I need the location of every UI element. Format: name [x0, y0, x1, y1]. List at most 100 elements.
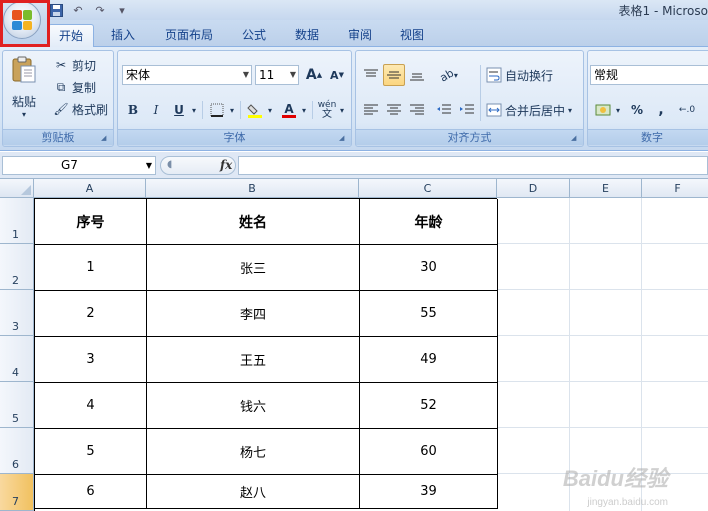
accounting-dropdown-icon[interactable]: ▾: [612, 99, 624, 121]
cell[interactable]: [570, 382, 642, 428]
cell[interactable]: [497, 244, 570, 290]
table-cell[interactable]: 49: [360, 337, 498, 383]
table-cell[interactable]: 李四: [147, 291, 360, 337]
header-cell-index[interactable]: 序号: [35, 199, 147, 245]
accounting-format-button[interactable]: [592, 99, 614, 121]
header-cell-name[interactable]: 姓名: [147, 199, 360, 245]
column-header-d[interactable]: D: [497, 179, 570, 198]
comma-style-button[interactable]: ,: [650, 99, 672, 121]
table-cell[interactable]: 2: [35, 291, 147, 337]
cell[interactable]: [497, 474, 570, 511]
cell[interactable]: [570, 244, 642, 290]
insert-function-button[interactable]: fx: [220, 158, 232, 172]
cell[interactable]: [642, 336, 708, 382]
percent-button[interactable]: %: [626, 99, 648, 121]
table-cell[interactable]: 52: [360, 383, 498, 429]
table-cell[interactable]: 4: [35, 383, 147, 429]
grow-font-button[interactable]: A ▲: [303, 64, 325, 86]
table-cell[interactable]: 1: [35, 245, 147, 291]
select-all-button[interactable]: [0, 179, 34, 198]
column-header-f[interactable]: F: [642, 179, 708, 198]
align-center-button[interactable]: [383, 99, 405, 121]
tab-data[interactable]: 数据: [285, 24, 329, 47]
shrink-font-button[interactable]: A ▼: [326, 64, 348, 86]
row-header-6[interactable]: 6: [0, 428, 34, 474]
table-cell[interactable]: 杨七: [147, 429, 360, 475]
cell[interactable]: [642, 290, 708, 336]
save-icon[interactable]: [48, 2, 64, 18]
chevron-down-icon[interactable]: ▼: [146, 157, 152, 174]
clipboard-launcher-icon[interactable]: ◢: [101, 134, 110, 143]
align-middle-button[interactable]: [383, 64, 405, 86]
phonetic-button[interactable]: wén 文: [316, 99, 338, 121]
fill-color-button[interactable]: [244, 99, 266, 121]
header-cell-age[interactable]: 年龄: [360, 199, 498, 245]
formula-input[interactable]: [238, 156, 708, 175]
table-cell[interactable]: 55: [360, 291, 498, 337]
paste-button[interactable]: 粘贴 ▾: [9, 55, 39, 119]
orientation-button[interactable]: ab ▾: [434, 64, 464, 86]
font-name-select[interactable]: 宋体 ▼: [122, 65, 252, 85]
font-size-select[interactable]: 11 ▼: [255, 65, 299, 85]
tab-view[interactable]: 视图: [390, 24, 434, 47]
row-header-7[interactable]: 7: [0, 474, 34, 511]
font-color-button[interactable]: A: [278, 99, 300, 121]
cut-button[interactable]: ✂ 剪切: [53, 55, 96, 75]
tab-review[interactable]: 审阅: [338, 24, 382, 47]
column-header-b[interactable]: B: [146, 179, 359, 198]
align-left-button[interactable]: [360, 99, 382, 121]
row-header-2[interactable]: 2: [0, 244, 34, 290]
copy-button[interactable]: ⧉ 复制: [53, 77, 96, 97]
table-cell[interactable]: 6: [35, 475, 147, 509]
border-button[interactable]: [206, 99, 228, 121]
tab-home[interactable]: 开始: [48, 24, 95, 47]
align-bottom-button[interactable]: [406, 64, 428, 86]
row-header-5[interactable]: 5: [0, 382, 34, 428]
row-header-3[interactable]: 3: [0, 290, 34, 336]
cell[interactable]: [570, 336, 642, 382]
phonetic-dropdown-icon[interactable]: ▾: [336, 99, 348, 121]
table-cell[interactable]: 60: [360, 429, 498, 475]
paste-dropdown-icon[interactable]: ▾: [22, 110, 26, 119]
name-box[interactable]: G7 ▼: [2, 156, 156, 175]
alignment-launcher-icon[interactable]: ◢: [571, 134, 580, 143]
table-cell[interactable]: 3: [35, 337, 147, 383]
table-cell[interactable]: 王五: [147, 337, 360, 383]
tab-formulas[interactable]: 公式: [232, 24, 276, 47]
cell[interactable]: [497, 382, 570, 428]
cell[interactable]: [642, 244, 708, 290]
cell[interactable]: [497, 428, 570, 474]
tab-page-layout[interactable]: 页面布局: [155, 24, 223, 47]
format-painter-button[interactable]: 🖌 格式刷: [53, 99, 108, 119]
merge-dropdown-icon[interactable]: ▾: [568, 106, 572, 115]
undo-icon[interactable]: ↶: [70, 2, 86, 18]
table-cell[interactable]: 39: [360, 475, 498, 509]
row-header-4[interactable]: 4: [0, 336, 34, 382]
table-cell[interactable]: 30: [360, 245, 498, 291]
row-header-1[interactable]: 1: [0, 198, 34, 244]
fill-color-dropdown-icon[interactable]: ▾: [264, 99, 276, 121]
font-color-dropdown-icon[interactable]: ▾: [298, 99, 310, 121]
worksheet-grid[interactable]: A B C D E F 1 2 3 4 5 6 7 序号 姓名 年龄 1 张三 …: [0, 179, 708, 511]
table-cell[interactable]: 钱六: [147, 383, 360, 429]
bold-button[interactable]: B: [122, 99, 144, 121]
underline-dropdown-icon[interactable]: ▾: [188, 99, 200, 121]
customize-qat-icon[interactable]: ▾: [114, 2, 130, 18]
cell[interactable]: [497, 198, 570, 244]
column-header-a[interactable]: A: [34, 179, 146, 198]
cell[interactable]: [570, 290, 642, 336]
tab-insert[interactable]: 插入: [101, 24, 145, 47]
decrease-indent-button[interactable]: [433, 99, 455, 121]
cell[interactable]: [497, 336, 570, 382]
cell[interactable]: [642, 382, 708, 428]
underline-button[interactable]: U: [168, 99, 190, 121]
table-cell[interactable]: 5: [35, 429, 147, 475]
align-top-button[interactable]: [360, 64, 382, 86]
number-format-select[interactable]: 常规: [590, 65, 708, 85]
column-header-e[interactable]: E: [570, 179, 642, 198]
border-dropdown-icon[interactable]: ▾: [226, 99, 238, 121]
column-header-c[interactable]: C: [359, 179, 497, 198]
cell[interactable]: [570, 198, 642, 244]
cell[interactable]: [497, 290, 570, 336]
italic-button[interactable]: I: [145, 99, 167, 121]
